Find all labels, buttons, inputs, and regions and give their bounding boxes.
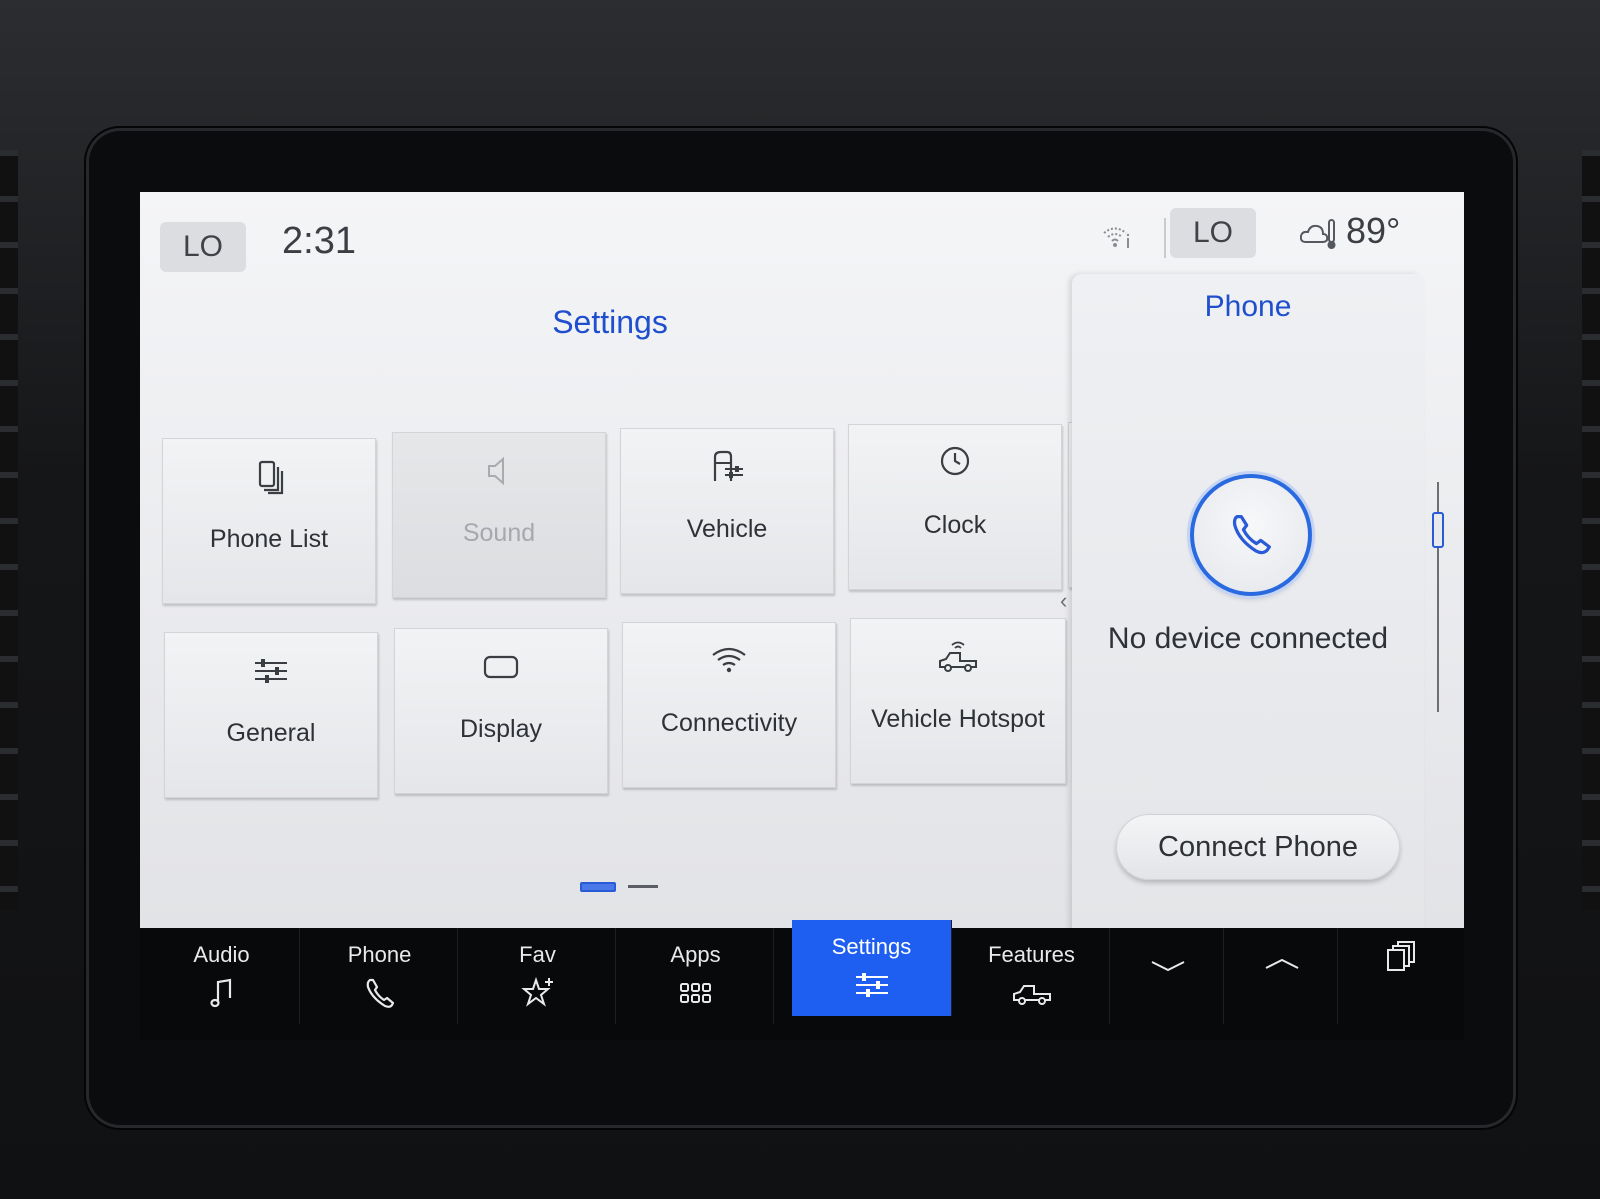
page-title: Settings xyxy=(552,304,668,340)
app-switcher-icon xyxy=(1387,941,1415,971)
tile-sound: Sound xyxy=(392,432,606,598)
tile-label: Connectivity xyxy=(660,709,798,737)
dock-fav[interactable]: Fav xyxy=(460,928,616,1024)
tile-clock[interactable]: Clock xyxy=(848,424,1062,590)
apps-grid-icon xyxy=(679,983,711,1003)
clock-icon xyxy=(940,446,970,476)
sliders-icon xyxy=(855,973,888,997)
page-indicator xyxy=(580,882,680,896)
display-icon xyxy=(483,655,519,679)
star-plus-icon xyxy=(520,976,553,1007)
dock-label: Settings xyxy=(831,934,912,959)
cloud-thermometer-icon xyxy=(1300,219,1336,249)
status-divider xyxy=(1164,218,1166,258)
tile-label: Sound xyxy=(462,519,536,547)
page-dot-active[interactable] xyxy=(580,882,616,892)
tile-label: Clock xyxy=(923,511,987,539)
bottom-dock: Audio Phone Fav Apps Settings Features xyxy=(140,920,1464,1040)
outside-temperature: 89° xyxy=(1346,210,1401,251)
dock-label: Phone xyxy=(347,942,412,967)
climate-right-button[interactable]: LO xyxy=(1170,208,1256,258)
dock-chevron-down[interactable] xyxy=(1112,928,1224,1024)
speaker-icon xyxy=(488,456,504,486)
tile-label: General xyxy=(226,719,316,747)
dock-label: Audio xyxy=(193,942,250,967)
connection-status: No device connected xyxy=(1107,622,1389,655)
dock-label: Fav xyxy=(519,942,556,967)
tile-vehicle-hotspot[interactable]: Vehicle Hotspot xyxy=(850,618,1066,784)
climate-left-button[interactable]: LO xyxy=(160,222,246,272)
vehicle-settings-icon xyxy=(713,450,743,481)
air-vent-right xyxy=(1582,150,1600,910)
tile-vehicle[interactable]: Vehicle xyxy=(620,428,834,594)
tile-display[interactable]: Display xyxy=(394,628,608,794)
chevron-up-icon xyxy=(1265,958,1298,969)
dock-label: Apps xyxy=(670,942,721,967)
wifi-icon xyxy=(712,647,746,673)
truck-icon xyxy=(1012,985,1051,1005)
phone-list-icon xyxy=(258,460,284,495)
dock-features[interactable]: Features xyxy=(954,928,1110,1024)
dock-label: Features xyxy=(988,942,1075,967)
tile-label: Phone List xyxy=(209,525,329,553)
dock-apps[interactable]: Apps xyxy=(618,928,774,1024)
tile-connectivity[interactable]: Connectivity xyxy=(622,622,836,788)
dock-audio[interactable]: Audio xyxy=(144,928,300,1024)
dock-phone[interactable]: Phone xyxy=(302,928,458,1024)
truck-hotspot-icon xyxy=(939,641,977,672)
tile-general[interactable]: General xyxy=(164,632,378,798)
scroll-thumb[interactable] xyxy=(1432,512,1444,548)
connect-phone-button[interactable]: Connect Phone xyxy=(1116,814,1400,880)
tile-label: Vehicle Hotspot xyxy=(871,705,1045,733)
clock-time: 2:31 xyxy=(282,220,356,262)
dock-chevron-up[interactable] xyxy=(1226,928,1338,1024)
tile-label: Display xyxy=(460,715,542,743)
air-vent-left xyxy=(0,150,18,910)
infotainment-screen: LO 2:31 LO 89° Settings Phone List Sound… xyxy=(140,192,1464,928)
music-note-icon xyxy=(209,978,231,1008)
wifi-status-icon xyxy=(1103,227,1130,248)
phone-call-button[interactable] xyxy=(1190,474,1312,596)
page-dot[interactable] xyxy=(628,885,658,888)
tile-label: Vehicle xyxy=(686,515,768,543)
phone-icon xyxy=(366,978,394,1008)
chevron-down-icon xyxy=(1151,961,1184,972)
phone-handset-icon xyxy=(1232,515,1271,555)
phone-panel: Phone No device connected Connect Phone xyxy=(1072,274,1424,928)
phone-panel-title: Phone xyxy=(1204,290,1292,323)
dock-app-switcher[interactable] xyxy=(1340,928,1460,1024)
sliders-icon xyxy=(255,659,287,683)
tile-phone-list[interactable]: Phone List xyxy=(162,438,376,604)
panel-scrollbar[interactable] xyxy=(1432,482,1444,712)
status-bar: LO 2:31 LO 89° xyxy=(140,192,1464,282)
chevron-left-icon[interactable]: ‹ xyxy=(1060,588,1067,614)
dock-settings[interactable]: Settings xyxy=(792,920,952,1016)
